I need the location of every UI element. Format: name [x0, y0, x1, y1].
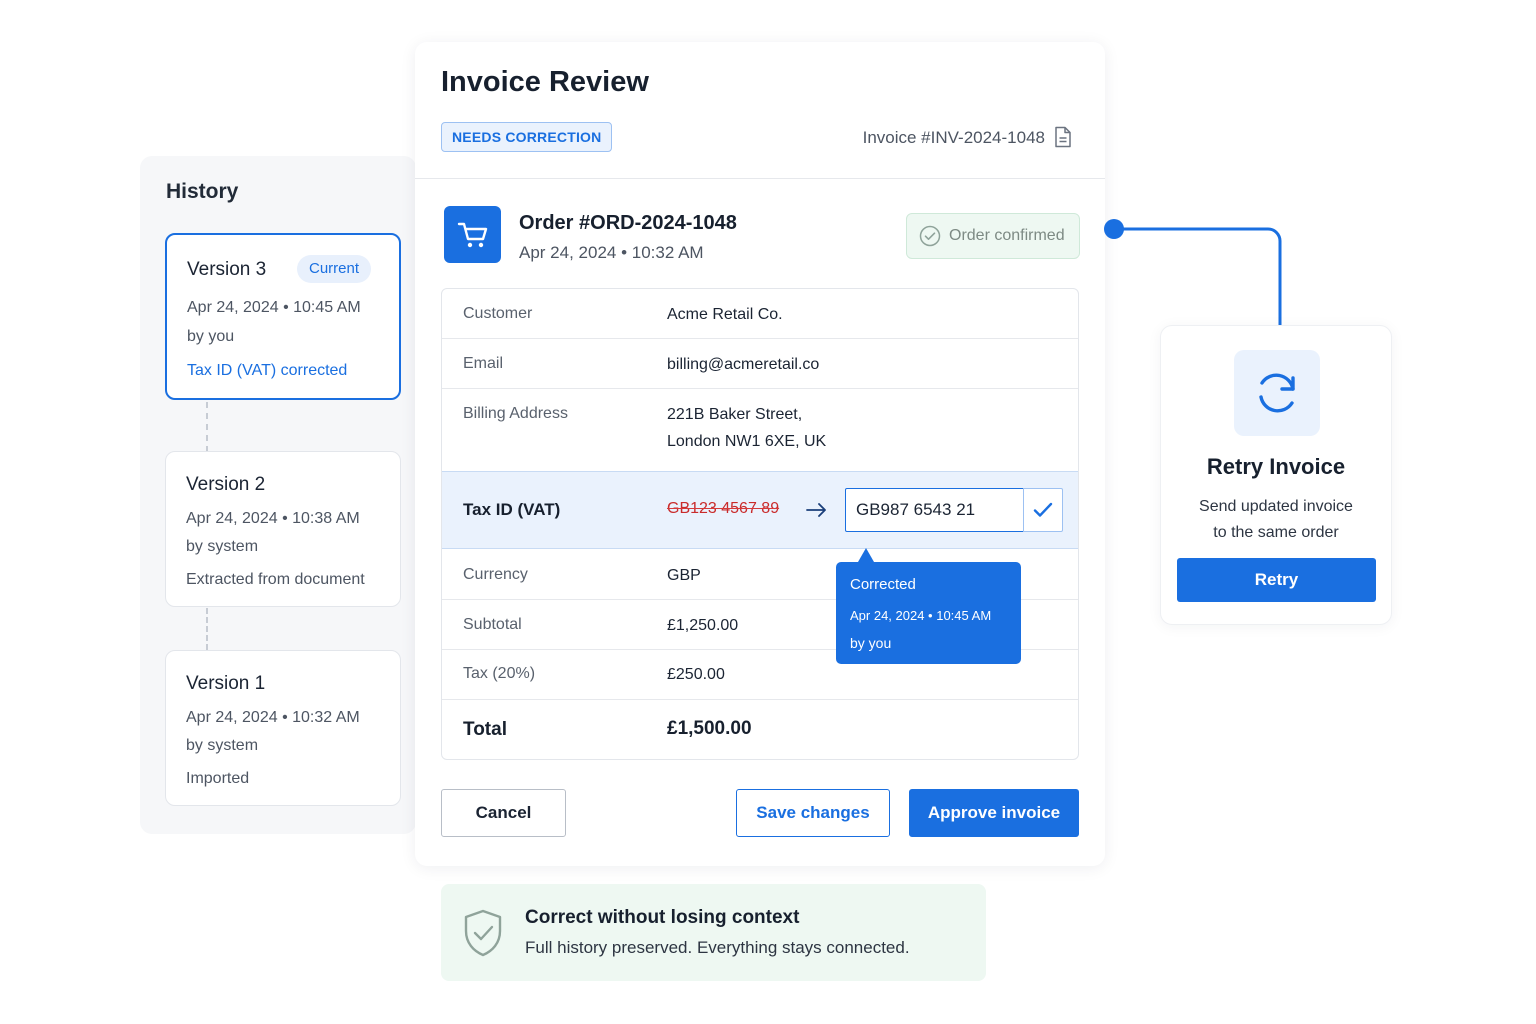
- field-label: Customer: [463, 305, 533, 322]
- field-label: Tax (20%): [463, 665, 536, 682]
- shield-check-icon: [464, 909, 502, 957]
- approve-invoice-button[interactable]: Approve invoice: [909, 789, 1079, 837]
- history-version-3[interactable]: Version 3 Current Apr 24, 2024 • 10:45 A…: [165, 233, 401, 400]
- field-label: Currency: [463, 566, 528, 583]
- field-label: Billing Address: [463, 405, 568, 422]
- current-badge: Current: [297, 255, 372, 283]
- retry-button[interactable]: Retry: [1177, 558, 1376, 602]
- field-value: billing@acmeretail.co: [667, 356, 820, 373]
- cancel-button[interactable]: Cancel: [441, 789, 566, 837]
- invoice-fields-table: Customer Acme Retail Co. Email billing@a…: [441, 288, 1079, 760]
- status-badge: NEEDS CORRECTION: [441, 122, 613, 152]
- order-status-text: Order confirmed: [949, 227, 1065, 244]
- version-date: Apr 24, 2024 • 10:45 AM: [187, 299, 361, 316]
- retry-description: Send updated invoice to the same order: [1161, 494, 1391, 546]
- field-value-line2: London NW1 6XE, UK: [667, 433, 827, 450]
- history-version-1[interactable]: Version 1 Apr 24, 2024 • 10:32 AM by sys…: [165, 650, 401, 806]
- field-row-tax-id: Tax ID (VAT) GB123 4567 89: [442, 471, 1078, 549]
- version-note: Tax ID (VAT) corrected: [187, 362, 348, 379]
- history-version-2[interactable]: Version 2 Apr 24, 2024 • 10:38 AM by sys…: [165, 451, 401, 607]
- tooltip-author: by you: [850, 635, 892, 651]
- document-icon[interactable]: [1053, 126, 1073, 148]
- version-author: by you: [187, 328, 235, 345]
- tax-id-input[interactable]: [845, 488, 1025, 532]
- timeline-connector: [206, 608, 208, 650]
- retry-title: Retry Invoice: [1206, 454, 1346, 479]
- retry-desc-line2: to the same order: [1213, 524, 1339, 541]
- header-divider: [415, 178, 1105, 179]
- field-value: £1,500.00: [667, 718, 752, 739]
- banner-subtitle: Full history preserved. Everything stays…: [525, 938, 910, 957]
- field-label: Email: [463, 355, 504, 372]
- history-panel: History Version 3 Current Apr 24, 2024 •…: [140, 156, 416, 834]
- checkmark-icon: [1033, 502, 1053, 517]
- correction-tooltip: Corrected Apr 24, 2024 • 10:45 AM by you: [836, 548, 1021, 664]
- tooltip-date: Apr 24, 2024 • 10:45 AM: [850, 608, 992, 623]
- version-title: Version 1: [186, 673, 266, 694]
- field-row-customer: Customer Acme Retail Co.: [442, 289, 1078, 339]
- field-row-total: Total £1,500.00: [442, 700, 1078, 760]
- tooltip-title: Corrected: [850, 576, 916, 593]
- invoice-number: Invoice #INV-2024-1048: [862, 128, 1045, 147]
- field-value-line1: 221B Baker Street,: [667, 406, 803, 423]
- invoice-review-card: Invoice Review NEEDS CORRECTION Invoice …: [415, 42, 1105, 866]
- field-label: Subtotal: [463, 616, 522, 633]
- order-status-badge: Order confirmed: [906, 213, 1080, 259]
- version-note: Imported: [186, 770, 250, 787]
- field-value: £1,250.00: [667, 617, 739, 634]
- field-label: Tax ID (VAT): [463, 500, 561, 519]
- version-date: Apr 24, 2024 • 10:32 AM: [186, 709, 360, 726]
- version-note: Extracted from document: [186, 571, 365, 588]
- save-changes-button[interactable]: Save changes: [736, 789, 890, 837]
- field-value: Acme Retail Co.: [667, 306, 783, 323]
- version-title: Version 3: [187, 259, 267, 280]
- field-row-billing-address: Billing Address 221B Baker Street, Londo…: [442, 389, 1078, 471]
- order-title: Order #ORD-2024-1048: [519, 212, 737, 234]
- version-author: by system: [186, 737, 259, 754]
- timeline-connector: [206, 402, 208, 452]
- version-title: Version 2: [186, 474, 266, 495]
- version-author: by system: [186, 538, 259, 555]
- history-title: History: [166, 180, 239, 203]
- page-title: Invoice Review: [441, 66, 649, 98]
- field-value: £250.00: [667, 666, 725, 683]
- old-tax-id-value: GB123 4567 89: [667, 500, 780, 517]
- connector-line: [1104, 219, 1282, 325]
- retry-desc-line1: Send updated invoice: [1199, 498, 1353, 515]
- arrow-right-icon: [806, 503, 826, 517]
- field-row-email: Email billing@acmeretail.co: [442, 339, 1078, 389]
- retry-invoice-card: Retry Invoice Send updated invoice to th…: [1160, 325, 1392, 625]
- check-circle-icon: [919, 225, 941, 247]
- banner-title: Correct without losing context: [525, 907, 800, 928]
- field-label: Total: [463, 719, 507, 740]
- order-date: Apr 24, 2024 • 10:32 AM: [519, 243, 704, 262]
- context-banner: Correct without losing context Full hist…: [441, 884, 986, 981]
- cart-icon: [444, 206, 501, 263]
- confirm-tax-id-button[interactable]: [1023, 488, 1063, 532]
- refresh-icon: [1234, 350, 1320, 436]
- field-value: GBP: [667, 567, 701, 584]
- version-date: Apr 24, 2024 • 10:38 AM: [186, 510, 360, 527]
